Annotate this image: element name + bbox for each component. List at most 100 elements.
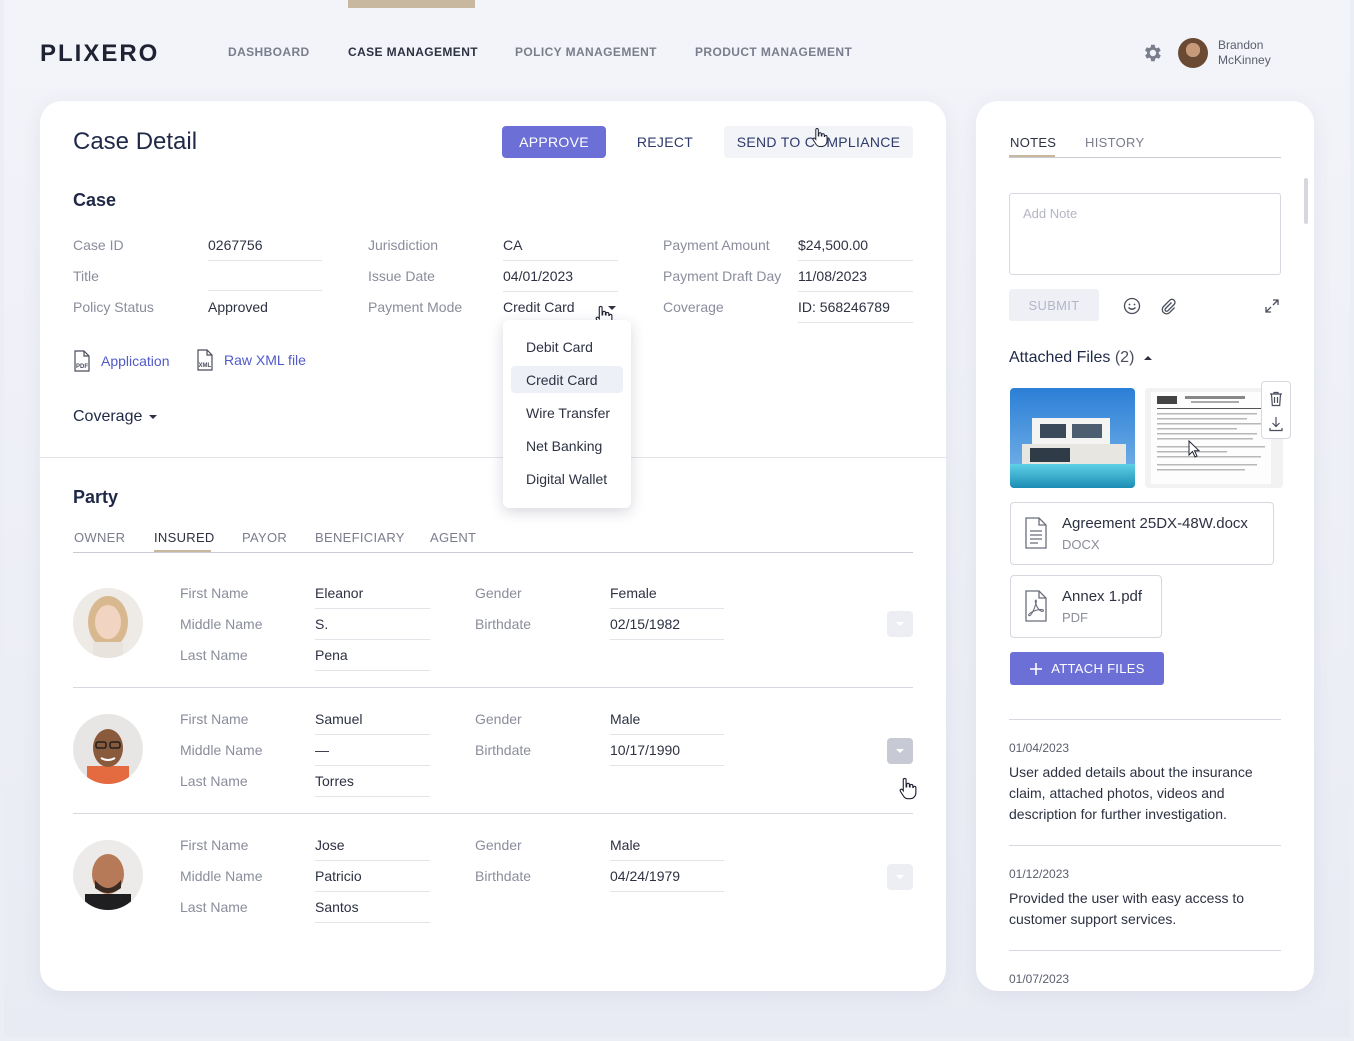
page-title: Case Detail bbox=[73, 128, 198, 155]
expand-button[interactable] bbox=[887, 864, 913, 890]
avatar bbox=[73, 588, 143, 658]
gender-label: Gender bbox=[475, 711, 522, 727]
trash-icon[interactable] bbox=[1269, 391, 1283, 407]
gender-value[interactable]: Male bbox=[610, 837, 724, 861]
last-name-label: Last Name bbox=[180, 647, 248, 663]
emoji-icon[interactable] bbox=[1123, 297, 1141, 315]
middle-name-value[interactable]: — bbox=[315, 742, 430, 766]
gender-value[interactable]: Male bbox=[610, 711, 724, 735]
note-textarea[interactable]: Add Note bbox=[1009, 193, 1281, 275]
expand-button[interactable] bbox=[887, 738, 913, 764]
policy-status-value: Approved bbox=[208, 299, 268, 315]
notes-divider bbox=[1009, 845, 1281, 846]
title-value[interactable] bbox=[208, 268, 322, 291]
payment-amount-value[interactable]: $24,500.00 bbox=[798, 237, 913, 261]
attached-files-label: Attached Files bbox=[1009, 349, 1111, 366]
scrollbar[interactable] bbox=[1304, 178, 1308, 224]
option-credit-card[interactable]: Credit Card bbox=[511, 366, 623, 393]
note-date: 01/12/2023 bbox=[1009, 867, 1070, 881]
first-name-value[interactable]: Eleanor bbox=[315, 585, 430, 609]
last-name-value[interactable]: Santos bbox=[315, 899, 430, 923]
document-icon bbox=[1025, 517, 1047, 549]
option-debit-card[interactable]: Debit Card bbox=[511, 333, 623, 360]
payment-draft-day-label: Payment Draft Day bbox=[663, 268, 782, 284]
user-avatar[interactable] bbox=[1178, 38, 1208, 68]
coverage-value[interactable]: ID: 568246789 bbox=[798, 299, 913, 323]
approve-button[interactable]: APPROVE bbox=[502, 126, 606, 158]
download-icon[interactable] bbox=[1269, 416, 1283, 432]
tab-owner[interactable]: OWNER bbox=[74, 530, 125, 545]
svg-text:XML: XML bbox=[199, 363, 212, 369]
house-image-thumbnail[interactable] bbox=[1010, 388, 1135, 488]
policy-status-label: Policy Status bbox=[73, 299, 154, 315]
svg-text:PDF: PDF bbox=[76, 364, 88, 370]
hand-cursor-icon bbox=[812, 127, 828, 147]
tab-notes[interactable]: NOTES bbox=[1010, 135, 1056, 150]
expand-button[interactable] bbox=[887, 611, 913, 637]
attach-files-label: ATTACH FILES bbox=[1051, 661, 1145, 676]
submit-button[interactable]: SUBMIT bbox=[1009, 289, 1099, 321]
caret-up-icon[interactable] bbox=[1143, 355, 1153, 361]
first-name-label: First Name bbox=[180, 837, 249, 853]
nav-dashboard[interactable]: DASHBOARD bbox=[228, 45, 310, 59]
jurisdiction-value[interactable]: CA bbox=[503, 237, 618, 261]
birthdate-value[interactable]: 02/15/1982 bbox=[610, 616, 724, 640]
attached-files-heading[interactable]: Attached Files (2) bbox=[1009, 349, 1134, 367]
note-text: Provided the user with easy access to cu… bbox=[1009, 890, 1245, 927]
user-name[interactable]: Brandon McKinney bbox=[1218, 38, 1271, 68]
case-id-label: Case ID bbox=[73, 237, 124, 253]
first-name-value[interactable]: Samuel bbox=[315, 711, 430, 735]
case-detail-card: Case Detail APPROVE REJECT SEND TO COMPL… bbox=[40, 101, 946, 991]
payment-mode-label: Payment Mode bbox=[368, 299, 463, 315]
tab-insured[interactable]: INSURED bbox=[154, 530, 215, 545]
issue-date-value[interactable]: 04/01/2023 bbox=[503, 268, 618, 292]
note-placeholder: Add Note bbox=[1023, 206, 1078, 221]
tab-agent[interactable]: AGENT bbox=[430, 530, 476, 545]
middle-name-value[interactable]: Patricio bbox=[315, 868, 430, 892]
nav-policy-management[interactable]: POLICY MANAGEMENT bbox=[515, 45, 657, 59]
tab-beneficiary[interactable]: BENEFICIARY bbox=[315, 530, 405, 545]
expand-icon[interactable] bbox=[1264, 298, 1280, 314]
nav-case-management[interactable]: CASE MANAGEMENT bbox=[348, 45, 478, 59]
gear-icon[interactable] bbox=[1141, 42, 1163, 64]
coverage-toggle-label: Coverage bbox=[73, 408, 143, 425]
gender-value[interactable]: Female bbox=[610, 585, 724, 609]
active-nav-indicator bbox=[348, 0, 475, 8]
file-card-docx[interactable]: Agreement 25DX-48W.docx DOCX bbox=[1010, 502, 1274, 565]
option-digital-wallet[interactable]: Digital Wallet bbox=[511, 465, 623, 492]
attached-files-count: (2) bbox=[1114, 349, 1135, 366]
tab-history[interactable]: HISTORY bbox=[1085, 135, 1144, 150]
birthdate-value[interactable]: 04/24/1979 bbox=[610, 868, 724, 892]
last-name-label: Last Name bbox=[180, 773, 248, 789]
raw-xml-link[interactable]: Raw XML file bbox=[224, 352, 306, 368]
notes-panel: NOTES HISTORY Add Note SUBMIT Attached F… bbox=[976, 101, 1314, 991]
last-name-value[interactable]: Torres bbox=[315, 773, 430, 797]
payment-draft-day-value[interactable]: 11/08/2023 bbox=[798, 268, 913, 292]
thumbnail-actions bbox=[1261, 381, 1291, 439]
title-label: Title bbox=[73, 268, 99, 284]
option-wire-transfer[interactable]: Wire Transfer bbox=[511, 399, 623, 426]
option-net-banking[interactable]: Net Banking bbox=[511, 432, 623, 459]
last-name-value[interactable]: Pena bbox=[315, 647, 430, 671]
first-name-value[interactable]: Jose bbox=[315, 837, 430, 861]
issue-date-label: Issue Date bbox=[368, 268, 435, 284]
tab-payor[interactable]: PAYOR bbox=[242, 530, 287, 545]
caret-down-icon[interactable] bbox=[148, 414, 158, 420]
last-name-label: Last Name bbox=[180, 899, 248, 915]
nav-product-management[interactable]: PRODUCT MANAGEMENT bbox=[695, 45, 852, 59]
payment-amount-label: Payment Amount bbox=[663, 237, 770, 253]
case-id-value[interactable]: 0267756 bbox=[208, 237, 322, 261]
note-text: User added details about the insurance c… bbox=[1009, 764, 1253, 822]
application-link[interactable]: Application bbox=[101, 353, 170, 369]
middle-name-value[interactable]: S. bbox=[315, 616, 430, 640]
pdf-icon bbox=[1025, 590, 1047, 622]
birthdate-value[interactable]: 10/17/1990 bbox=[610, 742, 724, 766]
file-card-pdf[interactable]: Annex 1.pdf PDF bbox=[1010, 575, 1162, 638]
coverage-toggle[interactable]: Coverage bbox=[73, 408, 142, 426]
active-tab-underline bbox=[154, 550, 211, 552]
attach-files-button[interactable]: ATTACH FILES bbox=[1010, 652, 1164, 685]
reject-button[interactable]: REJECT bbox=[626, 126, 704, 158]
gender-label: Gender bbox=[475, 837, 522, 853]
app-logo[interactable]: PLIXERO bbox=[40, 40, 159, 68]
paperclip-icon[interactable] bbox=[1159, 297, 1177, 315]
